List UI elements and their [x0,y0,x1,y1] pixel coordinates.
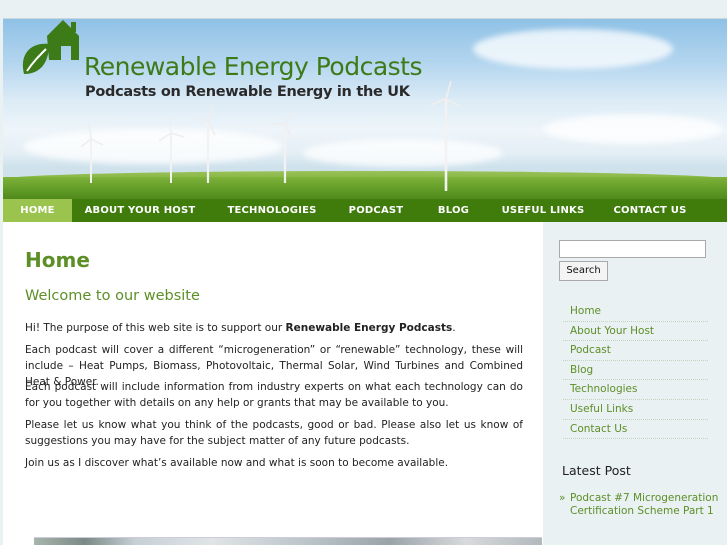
latest-post-title[interactable]: Podcast #7 Microgeneration Certification… [570,492,719,518]
wind-turbine-icon [80,122,104,183]
sidebar-item-podcast[interactable]: Podcast [563,341,708,361]
wind-turbine-icon [430,81,462,191]
intro-text: Hi! The purpose of this web site is to s… [25,322,286,334]
welcome-heading: Welcome to our website [25,288,200,304]
page-title: Home [25,248,90,272]
intro-paragraph: Hi! The purpose of this web site is to s… [25,320,523,336]
leaf-house-logo-icon [22,20,79,74]
sidebar-menu: Home About Your Host Podcast Blog Techno… [563,302,708,440]
intro-text-end: . [452,322,456,334]
bullet-icon: » [559,492,566,504]
site-tagline: Podcasts on Renewable Energy in the UK [85,84,410,100]
nav-item-podcast[interactable]: PODCAST [336,199,416,222]
sidebar-item-useful-links[interactable]: Useful Links [563,400,708,420]
nav-item-home[interactable]: HOME [3,199,72,222]
nav-item-useful-links[interactable]: USEFUL LINKS [491,199,595,222]
feedback-paragraph: Please let us know what you think of the… [25,419,523,447]
sidebar-item-contact-us[interactable]: Contact Us [563,420,708,440]
wind-turbine-icon [270,110,294,183]
nav-item-technologies[interactable]: TECHNOLOGIES [208,199,336,222]
intro-bold-text: Renewable Energy Podcasts [285,322,453,334]
nav-item-contact-us[interactable]: CONTACT US [595,199,705,222]
experts-paragraph: Each podcast will include information fr… [25,381,523,409]
wind-turbine-icon [158,117,185,183]
sidebar-item-home[interactable]: Home [563,302,708,322]
search-button[interactable]: Search [559,261,608,281]
sidebar-item-technologies[interactable]: Technologies [563,380,708,400]
wind-turbine-icon [194,104,216,183]
latest-post-heading: Latest Post [562,463,631,478]
content-image [34,537,542,545]
nav-item-about-your-host[interactable]: ABOUT YOUR HOST [72,199,208,222]
join-paragraph: Join us as I discover what’s available n… [25,457,449,469]
site-title[interactable]: Renewable Energy Podcasts [84,52,423,81]
search-input[interactable] [559,240,706,258]
main-nav: HOME ABOUT YOUR HOST TECHNOLOGIES PODCAS… [3,199,727,222]
sidebar-item-about-your-host[interactable]: About Your Host [563,322,708,342]
header-banner [3,19,727,199]
nav-item-blog[interactable]: BLOG [416,199,491,222]
sidebar-item-blog[interactable]: Blog [563,361,708,381]
latest-post-link[interactable]: » Podcast #7 Microgeneration Certificati… [559,492,719,518]
